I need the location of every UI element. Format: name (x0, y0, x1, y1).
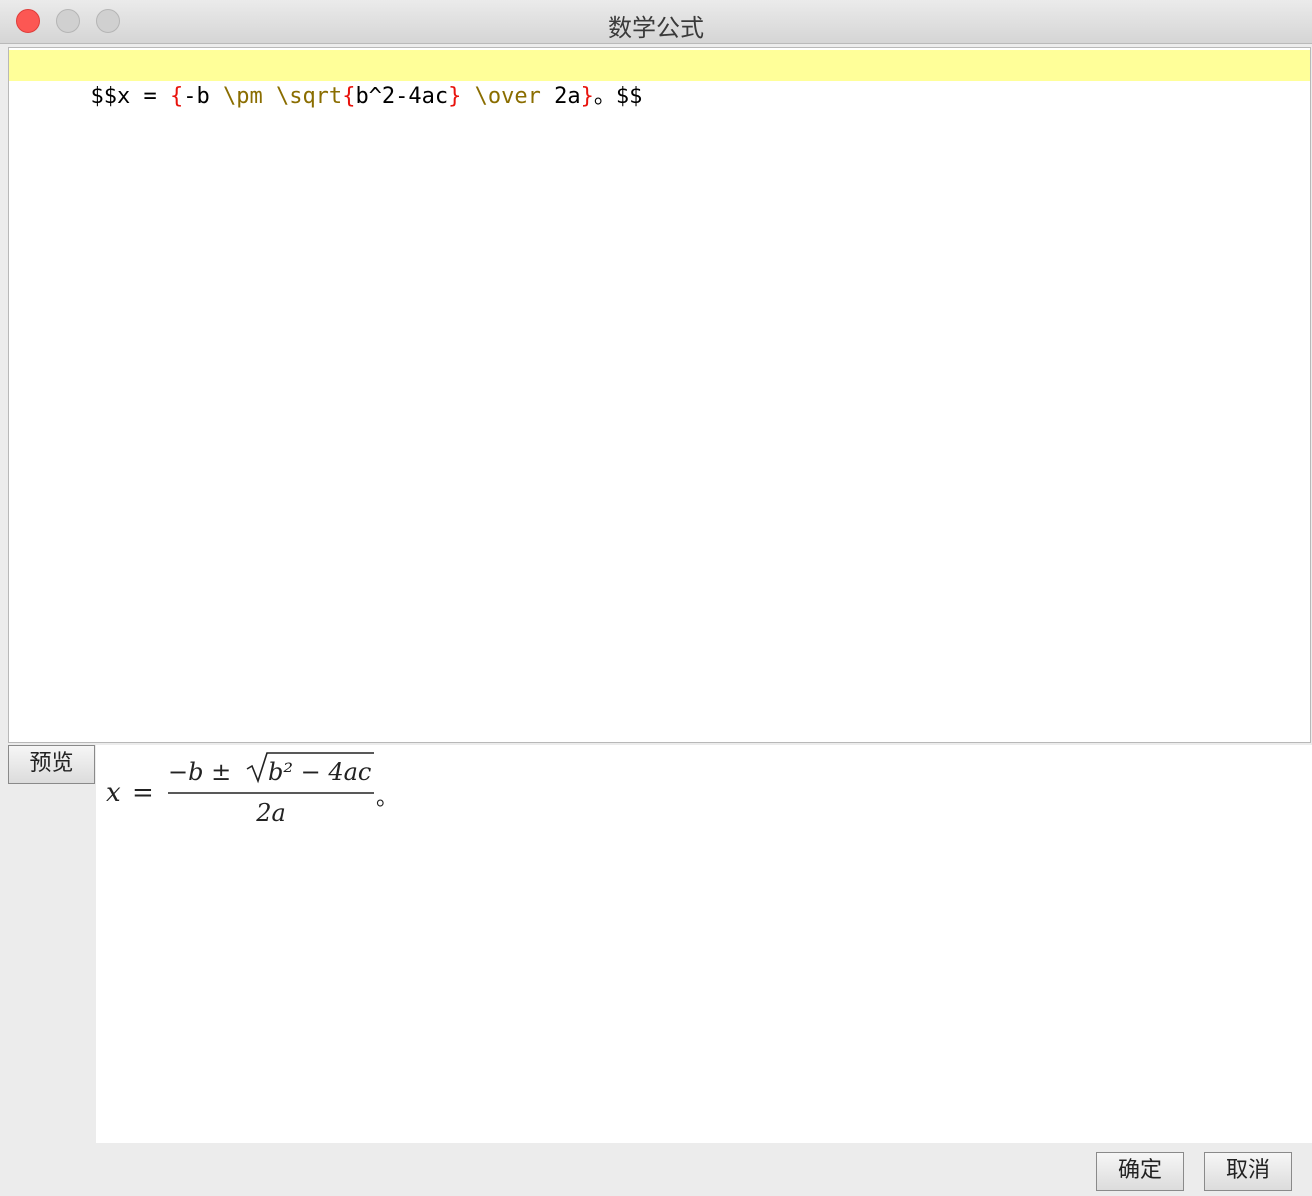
formula-numerator-prefix: −b ± (168, 758, 231, 786)
token-plain: -b (183, 84, 223, 109)
token-command: \over (461, 84, 555, 109)
ok-button[interactable]: 确定 (1096, 1152, 1184, 1191)
formula-denominator: 2a (255, 799, 286, 827)
token-brace: { (169, 84, 184, 109)
formula-equals: = (132, 778, 154, 808)
window-title: 数学公式 (608, 14, 704, 42)
formula-lhs: x (106, 778, 121, 808)
cancel-button[interactable]: 取消 (1204, 1152, 1292, 1191)
formula-editor[interactable]: $$x = {-b \pm \sqrt{b^2-4ac} \over 2a}。$… (8, 47, 1311, 743)
token-plain: $$x = (90, 84, 170, 109)
token-plain: b^2-4ac (355, 84, 449, 109)
editor-current-line[interactable]: $$x = {-b \pm \sqrt{b^2-4ac} \over 2a}。$… (9, 50, 1310, 109)
token-brace: { (342, 84, 356, 109)
title-bar[interactable]: 数学公式 (0, 0, 1312, 44)
token-plain: 2a (554, 84, 581, 109)
formula-dialog: 数学公式 $$x = {-b \pm \sqrt{b^2-4ac} \over … (0, 0, 1312, 1196)
token-plain: 。$$ (593, 84, 643, 109)
formula-radicand: b² − 4ac (268, 758, 371, 786)
formula-preview-area: x = −b ± b² − 4ac 2a 。 (96, 745, 1312, 1143)
preview-button[interactable]: 预览 (8, 745, 95, 784)
rendered-formula: x = −b ± b² − 4ac 2a 。 (106, 752, 398, 827)
formula-suffix: 。 (376, 786, 398, 811)
token-command: \pm \sqrt (222, 84, 343, 109)
token-brace: } (448, 84, 462, 109)
token-brace: } (580, 84, 594, 109)
